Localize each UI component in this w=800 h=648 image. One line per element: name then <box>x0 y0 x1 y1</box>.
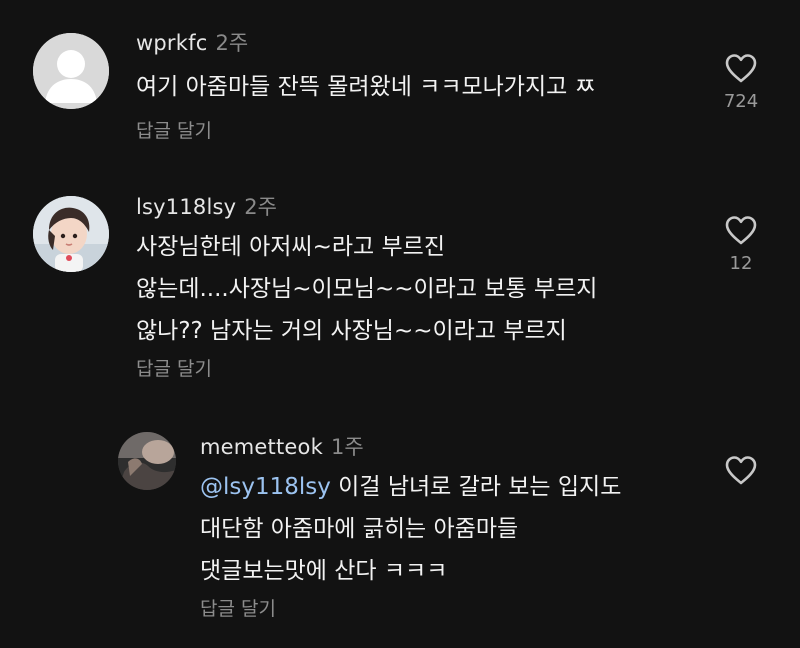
like-count: 724 <box>723 91 759 112</box>
mention-link[interactable]: @lsy118lsy <box>200 474 331 500</box>
comment-line: 않는데....사장님~이모님~~이라고 보통 부르지 <box>136 276 598 302</box>
like-count: 12 <box>729 253 753 274</box>
comment-username[interactable]: wprkfc <box>136 31 207 55</box>
heart-icon <box>725 456 757 485</box>
comment-username[interactable]: lsy118lsy <box>136 195 236 219</box>
comment-line: 여기 아줌마들 잔뜩 몰려왔네 ㅋㅋ모나가지고 ㅉ <box>136 74 596 100</box>
comment-text: 여기 아줌마들 잔뜩 몰려왔네 ㅋㅋ모나가지고 ㅉ <box>136 66 596 108</box>
comment-item: lsy118lsy 2주 사장님한테 아저씨~라고 부르진 않는데....사장님~… <box>0 170 800 400</box>
like-button[interactable]: 724 <box>711 53 771 112</box>
comment-line: 않나?? 남자는 거의 사장님~~이라고 부르지 <box>136 318 567 344</box>
avatar[interactable] <box>33 33 109 109</box>
default-profile-icon <box>33 33 109 109</box>
reply-username[interactable]: memetteok <box>200 435 323 459</box>
reply-button[interactable]: 답글 달기 <box>136 119 212 143</box>
reply-text: @lsy118lsy 이걸 남녀로 갈라 보는 입지도 대단함 아줌마에 긁히는… <box>200 466 621 592</box>
reply-time: 1주 <box>330 435 364 459</box>
reply-item: memetteok 1주 @lsy118lsy 이걸 남녀로 갈라 보는 입지도 … <box>0 420 800 648</box>
heart-icon <box>725 216 757 245</box>
comment-line: 사장님한테 아저씨~라고 부르진 <box>136 234 445 260</box>
reply-button[interactable]: 답글 달기 <box>136 357 212 381</box>
like-button[interactable] <box>711 455 771 485</box>
reply-line-text: 이걸 남녀로 갈라 보는 입지도 <box>330 474 622 500</box>
comment-time: 2주 <box>215 31 249 55</box>
reply-button[interactable]: 답글 달기 <box>200 597 276 621</box>
avatar[interactable] <box>33 196 109 272</box>
comment-time: 2주 <box>244 195 277 219</box>
reply-line: 댓글보는맛에 산다 ㅋㅋㅋ <box>200 558 448 584</box>
like-button[interactable]: 12 <box>711 215 771 274</box>
heart-icon <box>725 54 757 83</box>
reply-line: @lsy118lsy 이걸 남녀로 갈라 보는 입지도 <box>200 466 621 508</box>
photo-icon <box>118 432 176 490</box>
comment-item: wprkfc 2주 여기 아줌마들 잔뜩 몰려왔네 ㅋㅋ모나가지고 ㅉ 답글 달기… <box>0 0 800 160</box>
reply-line: 대단함 아줌마에 긁히는 아줌마들 <box>200 516 519 542</box>
avatar[interactable] <box>118 432 176 490</box>
comment-text: 사장님한테 아저씨~라고 부르진 않는데....사장님~이모님~~이라고 보통 … <box>136 226 597 352</box>
child-photo-icon <box>33 196 109 272</box>
